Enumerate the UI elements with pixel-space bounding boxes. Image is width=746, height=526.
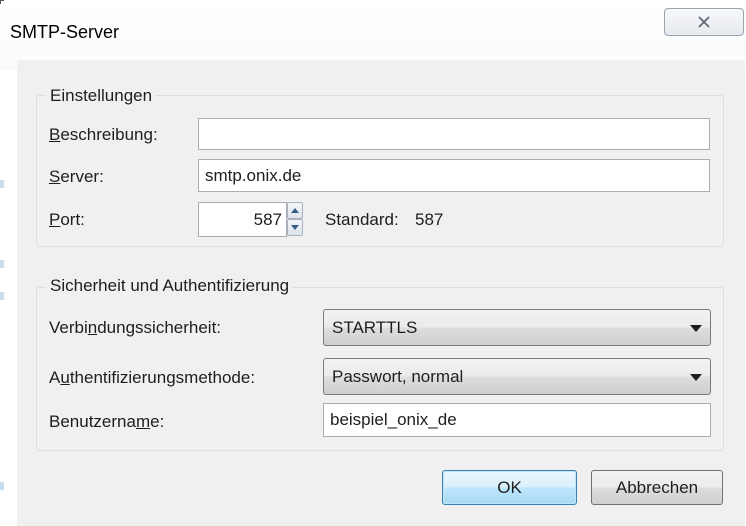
- chevron-down-icon: [690, 325, 702, 332]
- close-button[interactable]: [664, 8, 744, 36]
- username-input[interactable]: [323, 403, 711, 437]
- standard-port-label: Standard:: [325, 210, 399, 229]
- close-x-icon: [698, 16, 710, 28]
- server-input[interactable]: [198, 159, 710, 192]
- auth-method-select[interactable]: Passwort, normal: [323, 358, 711, 395]
- standard-port-value: 587: [415, 210, 444, 229]
- ok-button[interactable]: OK: [442, 470, 577, 505]
- server-label: Server:: [49, 167, 104, 186]
- auth-method-label: Authentifizierungsmethode:: [49, 368, 256, 387]
- description-label: Beschreibung:: [49, 125, 158, 144]
- chevron-down-icon: [690, 374, 702, 381]
- dialog-body: Einstellungen Beschreibung: Server: Port…: [17, 60, 745, 526]
- connection-security-select[interactable]: STARTTLS: [323, 309, 711, 346]
- port-decrement-button[interactable]: [287, 219, 303, 236]
- smtp-server-dialog: SMTP-Server Einstellungen Beschreibung: …: [0, 0, 746, 526]
- window-title: SMTP-Server: [10, 22, 120, 42]
- arrow-down-icon: [291, 225, 299, 230]
- window-left-edge: [0, 60, 4, 526]
- username-label: Benutzername:: [49, 412, 165, 431]
- port-input[interactable]: 587: [198, 202, 287, 237]
- cancel-button[interactable]: Abbrechen: [591, 470, 723, 505]
- auth-method-value: Passwort, normal: [332, 367, 464, 386]
- settings-group-title: Einstellungen: [46, 86, 157, 106]
- window-corner: [0, 0, 4, 4]
- port-increment-button[interactable]: [287, 202, 303, 219]
- arrow-up-icon: [291, 208, 299, 213]
- port-spinner: [287, 202, 303, 236]
- description-input[interactable]: [198, 118, 710, 150]
- security-group-title: Sicherheit und Authentifizierung: [46, 276, 294, 296]
- port-label: Port:: [49, 210, 85, 229]
- connection-security-value: STARTTLS: [332, 318, 418, 337]
- connection-security-label: Verbindungssicherheit:: [49, 318, 222, 337]
